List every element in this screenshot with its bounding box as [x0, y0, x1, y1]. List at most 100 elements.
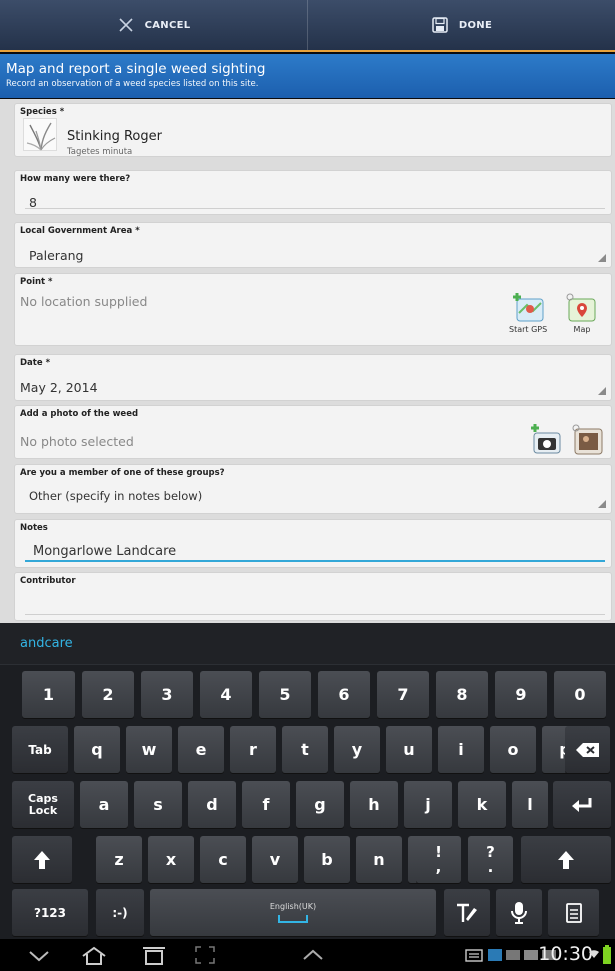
key-i[interactable]: i: [438, 726, 484, 773]
notes-field[interactable]: Notes Mongarlowe Landcare: [14, 519, 612, 568]
clipboard-key[interactable]: [548, 889, 599, 936]
key-r[interactable]: r: [230, 726, 276, 773]
key-0[interactable]: 0: [554, 671, 606, 718]
species-label: Species *: [20, 107, 65, 117]
count-underline: [25, 208, 605, 209]
lock-label: Lock: [28, 803, 58, 817]
key-q[interactable]: q: [74, 726, 120, 773]
soft-keyboard: andcare 1 2 3 4 5 6 7 8 9 0 Tab q w e r …: [0, 623, 615, 939]
camera-icon[interactable]: [529, 424, 563, 456]
done-button[interactable]: DONE: [307, 0, 615, 50]
voice-input-key[interactable]: [496, 889, 542, 936]
start-gps-button[interactable]: Start GPS: [509, 293, 547, 334]
emoticon-key[interactable]: :-): [96, 889, 144, 936]
key-o[interactable]: o: [490, 726, 536, 773]
count-field[interactable]: How many were there? 8: [14, 170, 612, 215]
status-clock: 10:30: [538, 943, 593, 965]
key-s[interactable]: s: [134, 781, 182, 828]
backspace-key[interactable]: [565, 726, 610, 773]
key-b[interactable]: b: [304, 836, 350, 883]
action-bar: CANCEL DONE: [0, 0, 615, 52]
key-a[interactable]: a: [80, 781, 128, 828]
start-gps-label: Start GPS: [509, 325, 548, 334]
key-u[interactable]: u: [386, 726, 432, 773]
page-subtitle: Record an observation of a weed species …: [6, 79, 259, 89]
enter-icon: [572, 797, 592, 812]
date-field[interactable]: Date * May 2, 2014: [14, 354, 612, 401]
home-icon[interactable]: [80, 946, 108, 966]
period-label: .: [487, 857, 494, 876]
chevron-down-icon[interactable]: [28, 950, 50, 962]
space-key[interactable]: English(UK): [150, 889, 436, 936]
handwriting-icon: [457, 903, 477, 922]
cancel-label: CANCEL: [144, 19, 191, 31]
lga-value: Palerang: [29, 248, 84, 263]
lga-select[interactable]: Local Government Area * Palerang: [14, 222, 612, 268]
language-label: English(UK): [269, 902, 317, 911]
key-f[interactable]: f: [242, 781, 290, 828]
shift-left-key[interactable]: [12, 836, 72, 883]
photo-field: Add a photo of the weed No photo selecte…: [14, 405, 612, 459]
enter-key[interactable]: [553, 781, 611, 828]
group-select[interactable]: Are you a member of one of these groups?…: [14, 464, 612, 514]
group-label: Are you a member of one of these groups?: [20, 468, 225, 478]
cancel-button[interactable]: CANCEL: [0, 0, 307, 50]
key-d[interactable]: d: [188, 781, 236, 828]
clipboard-icon: [565, 902, 582, 923]
key-4[interactable]: 4: [200, 671, 252, 718]
form-header: Map and report a single weed sighting Re…: [0, 54, 615, 98]
screenshot-icon[interactable]: [195, 946, 215, 964]
caps-label: Caps: [28, 791, 58, 805]
key-k[interactable]: k: [458, 781, 506, 828]
key-9[interactable]: 9: [495, 671, 547, 718]
key-6[interactable]: 6: [318, 671, 370, 718]
key-t[interactable]: t: [282, 726, 328, 773]
map-pin-icon: [566, 293, 596, 322]
shift-icon: [34, 850, 50, 869]
close-icon: [119, 18, 133, 32]
key-z[interactable]: z: [96, 836, 142, 883]
exclamation-comma-key[interactable]: ! ,: [416, 836, 461, 883]
species-scientific-name: Tagetes minuta: [67, 147, 133, 157]
key-l[interactable]: l: [512, 781, 548, 828]
save-icon: [432, 17, 448, 33]
key-5[interactable]: 5: [259, 671, 311, 718]
symbols-key[interactable]: ?123: [12, 889, 88, 936]
question-period-key[interactable]: ? .: [468, 836, 513, 883]
key-h[interactable]: h: [350, 781, 398, 828]
map-label: Map: [573, 325, 591, 334]
backspace-icon: [575, 742, 599, 757]
chevron-up-icon[interactable]: [302, 949, 324, 961]
contributor-field[interactable]: Contributor: [14, 572, 612, 621]
key-8[interactable]: 8: [436, 671, 488, 718]
wifi-icon: [589, 950, 599, 958]
key-7[interactable]: 7: [377, 671, 429, 718]
key-3[interactable]: 3: [141, 671, 193, 718]
date-label: Date *: [20, 358, 51, 368]
gallery-icon[interactable]: [571, 424, 605, 456]
caps-lock-key[interactable]: Caps Lock: [12, 781, 74, 828]
date-value: May 2, 2014: [20, 380, 98, 395]
key-g[interactable]: g: [296, 781, 344, 828]
point-label: Point *: [20, 277, 53, 287]
suggestion-word[interactable]: andcare: [20, 636, 73, 651]
key-n[interactable]: n: [356, 836, 402, 883]
key-x[interactable]: x: [148, 836, 194, 883]
map-button[interactable]: Map: [565, 293, 599, 334]
page-title: Map and report a single weed sighting: [6, 61, 266, 77]
key-1[interactable]: 1: [22, 671, 75, 718]
shift-right-key[interactable]: [521, 836, 611, 883]
key-w[interactable]: w: [126, 726, 172, 773]
key-j[interactable]: j: [404, 781, 452, 828]
key-y[interactable]: y: [334, 726, 380, 773]
microphone-icon: [511, 901, 527, 924]
handwriting-key[interactable]: [444, 889, 490, 936]
key-c[interactable]: c: [200, 836, 246, 883]
key-2[interactable]: 2: [82, 671, 134, 718]
tab-key[interactable]: Tab: [12, 726, 68, 773]
key-v[interactable]: v: [252, 836, 298, 883]
key-e[interactable]: e: [178, 726, 224, 773]
weed-icon: [26, 122, 56, 151]
species-field[interactable]: Species * Stinking Roger Tagetes minuta: [14, 103, 612, 157]
recent-apps-icon[interactable]: [140, 946, 168, 966]
